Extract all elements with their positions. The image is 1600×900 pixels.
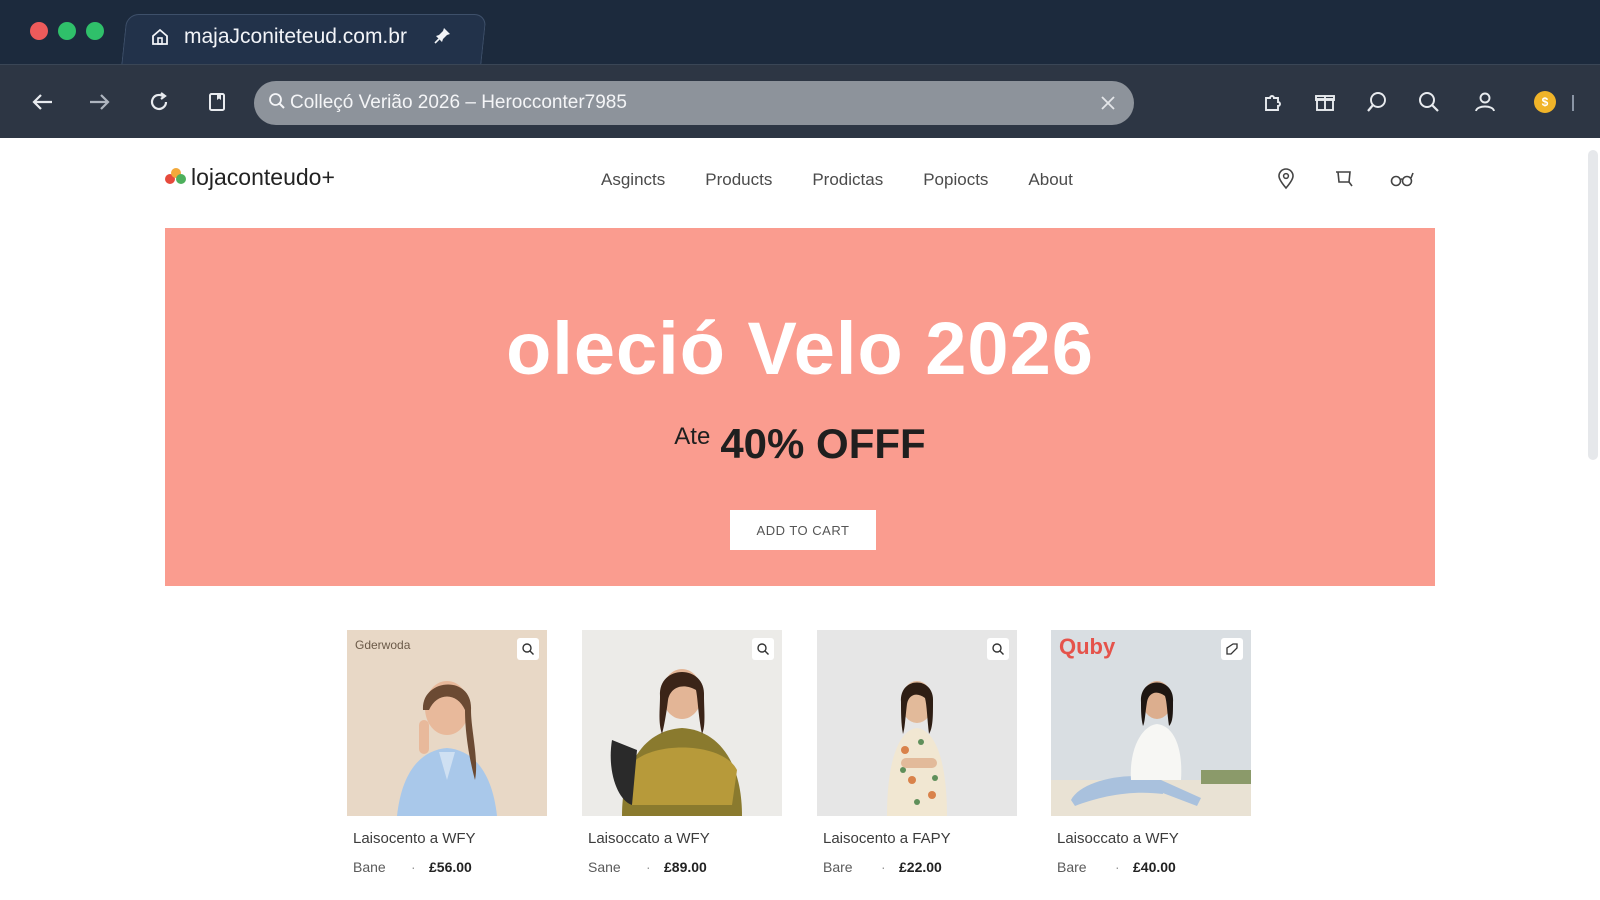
cart-icon[interactable]: [1331, 166, 1357, 192]
chat-search-icon[interactable]: [1362, 87, 1392, 117]
nav-item-products[interactable]: Products: [705, 170, 772, 190]
nav-item-prodictas[interactable]: Prodictas: [812, 170, 883, 190]
nav-item-asgincts[interactable]: Asgincts: [601, 170, 665, 190]
hero-title: oleció Velo 2026: [506, 307, 1094, 390]
extension-puzzle-icon[interactable]: [1258, 87, 1288, 117]
product-name[interactable]: Laisoccato a WFY: [588, 830, 782, 847]
back-icon[interactable]: [28, 87, 58, 117]
product-grid: Gderwoda Laisocento a WFY Bane · £56.00: [347, 630, 1251, 900]
nav-item-about[interactable]: About: [1028, 170, 1072, 190]
product-label: Bane: [353, 859, 386, 875]
separator: ·: [1115, 859, 1120, 875]
close-icon[interactable]: [1096, 91, 1120, 115]
header-icons: [1273, 166, 1415, 192]
product-name[interactable]: Laisoccato a WFY: [1057, 830, 1251, 847]
separator: ·: [411, 859, 416, 875]
search-icon: [268, 92, 286, 115]
forward-icon[interactable]: [84, 87, 114, 117]
product-meta: Bare · £22.00: [823, 859, 1017, 875]
location-icon[interactable]: [1273, 166, 1299, 192]
toolbar-divider: [1572, 95, 1574, 111]
logo-text: lojaconteudo+: [191, 164, 335, 190]
window-close-button[interactable]: [30, 22, 48, 40]
product-label: Bare: [823, 859, 853, 875]
quick-view-icon[interactable]: [752, 638, 774, 660]
product-brand: Quby: [1059, 634, 1116, 659]
logo-mark-icon: [165, 167, 187, 188]
page-viewport: lojaconteudo+ Asgincts Products Prodicta…: [0, 138, 1600, 900]
product-price: £40.00: [1133, 859, 1176, 875]
browser-toolbar: $: [0, 64, 1600, 138]
product-image[interactable]: [582, 630, 782, 816]
product-meta: Bane · £56.00: [353, 859, 547, 875]
title-bar: majaJconiteteud.com.br: [0, 0, 1600, 64]
quick-view-icon[interactable]: [987, 638, 1009, 660]
site-logo[interactable]: lojaconteudo+: [165, 164, 335, 191]
hero-offer: Ate 40% OFFF: [165, 420, 1435, 468]
product-label: Sane: [588, 859, 621, 875]
address-input[interactable]: [290, 92, 1096, 114]
product-image[interactable]: Quby: [1051, 630, 1251, 816]
window-maximize-button[interactable]: [86, 22, 104, 40]
tab-content[interactable]: majaJconiteteud.com.br: [150, 22, 407, 52]
separator: ·: [646, 859, 651, 875]
product-card[interactable]: Gderwoda Laisocento a WFY Bane · £56.00: [347, 630, 547, 875]
product-price: £22.00: [899, 859, 942, 875]
product-name[interactable]: Laisocento a FAPY: [823, 830, 1017, 847]
product-brand: Gderwoda: [355, 638, 411, 652]
product-name[interactable]: Laisocento a WFY: [353, 830, 547, 847]
scrollbar[interactable]: [1584, 150, 1600, 470]
main-nav: Asgincts Products Prodictas Popiocts Abo…: [601, 170, 1073, 190]
site-header: lojaconteudo+ Asgincts Products Prodicta…: [165, 162, 1435, 202]
separator: ·: [881, 859, 886, 875]
product-price: £89.00: [664, 859, 707, 875]
coin-extension-icon[interactable]: $: [1534, 91, 1556, 113]
home-icon: [150, 27, 170, 47]
product-image[interactable]: [817, 630, 1017, 816]
hero-offer-value: 40% OFFF: [720, 420, 926, 467]
window-minimize-button[interactable]: [58, 22, 76, 40]
tab-title: majaJconiteteud.com.br: [184, 25, 407, 48]
reload-icon[interactable]: [144, 87, 174, 117]
hero-offer-prefix: Ate: [674, 423, 711, 450]
search-icon-toolbar[interactable]: [1414, 87, 1444, 117]
nav-item-popiocts[interactable]: Popiocts: [923, 170, 988, 190]
product-label: Bare: [1057, 859, 1087, 875]
profile-icon[interactable]: [1470, 87, 1500, 117]
bookmark-icon[interactable]: [202, 87, 232, 117]
hero-banner: oleció Velo 2026 Ate 40% OFFF ADD TO CART: [165, 228, 1435, 586]
add-to-cart-button[interactable]: ADD TO CART: [730, 510, 876, 550]
product-card[interactable]: Laisoccato a WFY Sane · £89.00: [582, 630, 782, 875]
glasses-icon[interactable]: [1389, 166, 1415, 192]
address-bar[interactable]: [254, 81, 1134, 125]
product-image[interactable]: Gderwoda: [347, 630, 547, 816]
product-price: £56.00: [429, 859, 472, 875]
quick-view-icon[interactable]: [517, 638, 539, 660]
pin-icon[interactable]: [434, 26, 452, 49]
product-meta: Bare · £40.00: [1057, 859, 1251, 875]
product-card[interactable]: Laisocento a FAPY Bare · £22.00: [817, 630, 1017, 875]
product-meta: Sane · £89.00: [588, 859, 782, 875]
gift-icon[interactable]: [1310, 87, 1340, 117]
scrollbar-thumb[interactable]: [1588, 150, 1598, 460]
wishlist-icon[interactable]: [1221, 638, 1243, 660]
product-card[interactable]: Quby Laisoccato a WFY Bare · £40.00: [1051, 630, 1251, 875]
